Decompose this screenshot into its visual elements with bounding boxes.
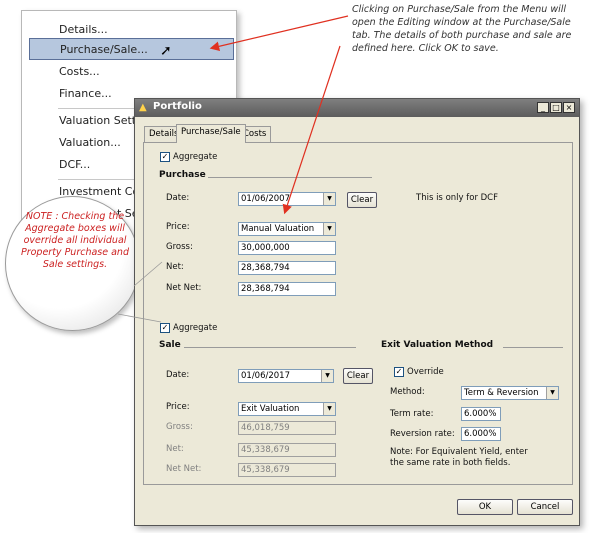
- bubble-pointer-bottom: [117, 313, 162, 323]
- bubble-pointer-top: [133, 261, 163, 287]
- tab-purchase-sale[interactable]: Purchase/Sale: [176, 124, 246, 143]
- callout-arrows: [117, 15, 349, 323]
- arrow-to-price: [282, 45, 341, 215]
- arrow-to-menu: [209, 15, 349, 52]
